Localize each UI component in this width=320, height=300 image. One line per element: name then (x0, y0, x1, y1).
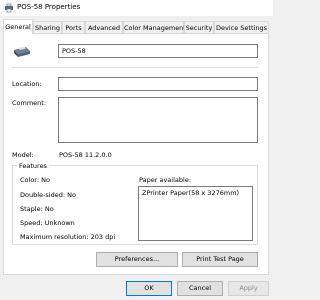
printer-name-field[interactable]: POS-58 (58, 44, 258, 58)
print-test-page-button[interactable]: Print Test Page (182, 252, 258, 267)
paper-list[interactable]: ZPrinter Paper(58 x 3276mm) (138, 186, 253, 241)
title-bar: POS-58 Properties (0, 0, 273, 16)
comment-input[interactable] (58, 97, 258, 143)
preferences-button[interactable]: Preferences... (96, 252, 178, 267)
ok-button[interactable]: OK (126, 281, 172, 296)
features-title: Features (17, 162, 49, 170)
feature-staple: Staple: No (20, 205, 54, 213)
feature-double-sided: Double-sided: No (20, 191, 76, 199)
feature-speed: Speed: Unknown (20, 219, 75, 227)
printer-properties-window: POS-58 Properties General Sharing Ports … (0, 0, 273, 300)
tab-sharing[interactable]: Sharing (33, 21, 62, 33)
list-item[interactable]: ZPrinter Paper(58 x 3276mm) (139, 187, 252, 197)
apply-button[interactable]: Apply (228, 281, 269, 296)
window-title: POS-58 Properties (17, 3, 81, 11)
cancel-button[interactable]: Cancel (177, 281, 223, 296)
tab-ports[interactable]: Ports (62, 21, 85, 33)
model-label: Model: (12, 151, 34, 159)
tab-advanced[interactable]: Advanced (85, 21, 123, 33)
divider (12, 67, 258, 68)
tab-general[interactable]: General (3, 19, 33, 34)
feature-max-resolution: Maximum resolution: 203 dpi (20, 233, 116, 241)
comment-label: Comment: (12, 99, 47, 107)
printer-icon (5, 3, 13, 13)
printer-large-icon (14, 46, 30, 57)
tab-security[interactable]: Security (184, 21, 214, 33)
location-input[interactable] (58, 77, 258, 91)
model-value: POS-58 11.2.0.0 (59, 151, 112, 159)
tab-device-settings[interactable]: Device Settings (214, 21, 269, 33)
paper-available-label: Paper available: (139, 176, 192, 184)
location-label: Location: (12, 80, 42, 88)
tab-color-management[interactable]: Color Management (123, 21, 186, 33)
feature-color: Color: No (20, 176, 50, 184)
